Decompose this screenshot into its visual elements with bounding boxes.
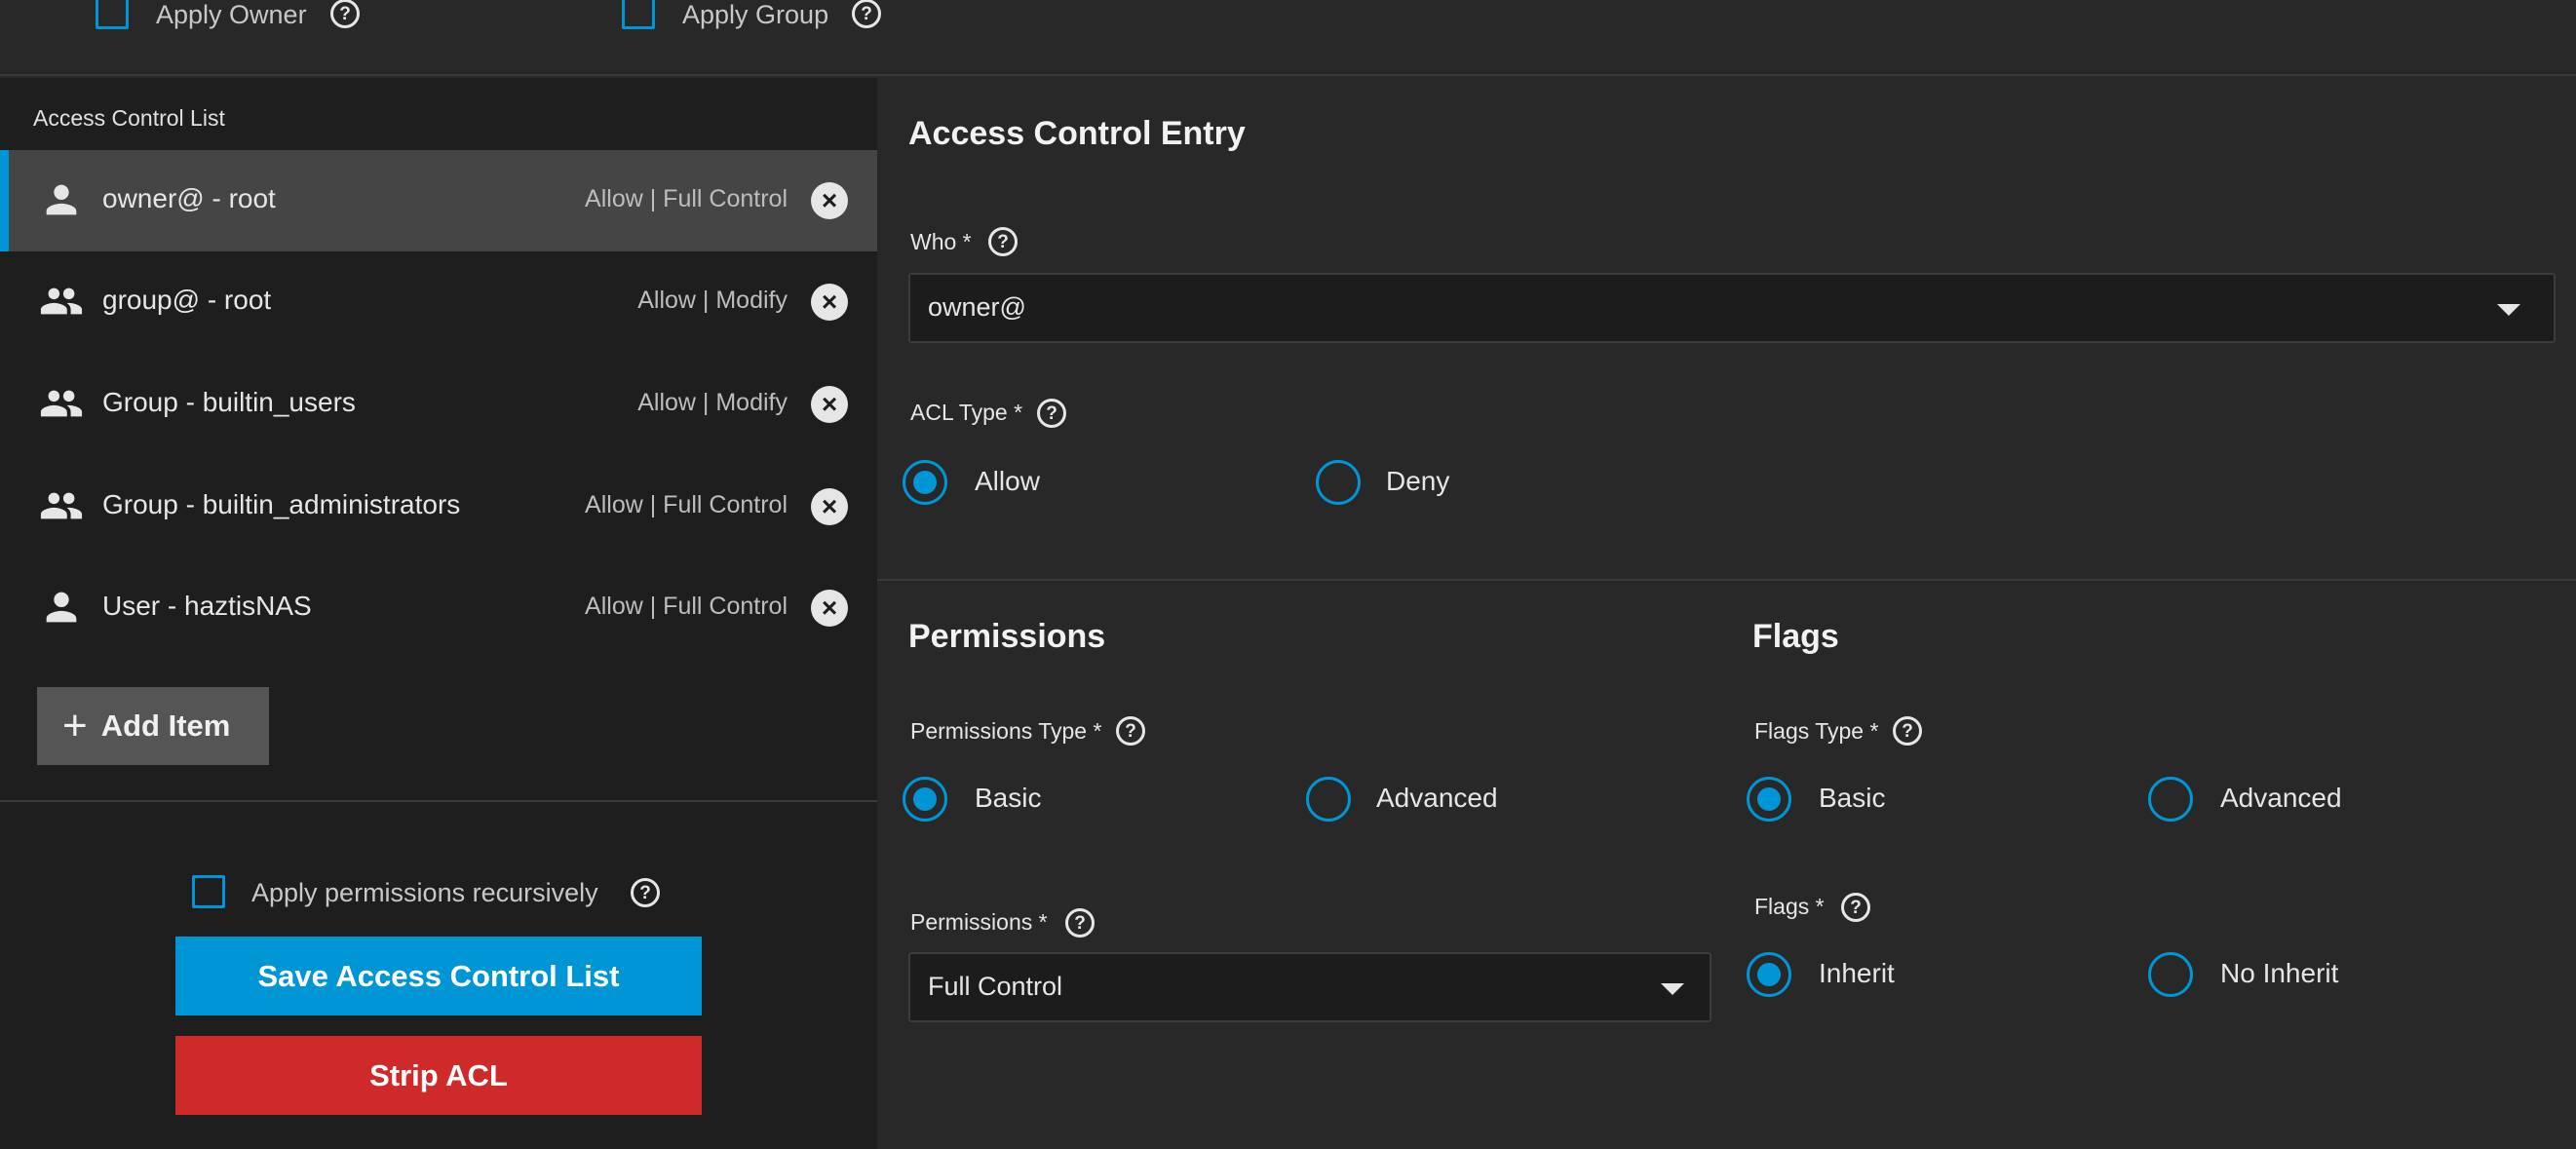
inherit-label: Inherit <box>1819 958 1895 988</box>
divider <box>877 579 2576 581</box>
acl-item-permission: Allow | Modify <box>637 287 788 314</box>
apply-group-help-icon[interactable]: ? <box>852 0 881 28</box>
apply-owner-label: Apply Owner <box>156 0 307 29</box>
remove-icon[interactable]: × <box>811 386 848 423</box>
acl-entry-panel: Access Control Entry Who * ? owner@ ACL … <box>877 78 2576 1149</box>
acl-item[interactable]: Group - builtin_users Allow | Modify × <box>0 354 877 455</box>
acl-list-panel: Access Control List owner@ - root Allow … <box>0 78 877 1149</box>
apply-group-label: Apply Group <box>682 0 829 29</box>
apply-recursive-help-icon[interactable]: ? <box>631 878 660 907</box>
acl-item[interactable]: group@ - root Allow | Modify × <box>0 251 877 353</box>
remove-icon[interactable]: × <box>811 488 848 525</box>
permissions-select[interactable]: Full Control <box>908 952 1711 1022</box>
who-select[interactable]: owner@ <box>908 273 2556 343</box>
acl-item[interactable]: owner@ - root Allow | Full Control × <box>0 150 877 251</box>
acl-item-name: group@ - root <box>102 285 272 315</box>
person-icon <box>46 184 77 215</box>
flags-type-help-icon[interactable]: ? <box>1893 716 1922 746</box>
permissions-type-label: Permissions Type * <box>910 718 1102 744</box>
permissions-advanced-radio[interactable] <box>1306 777 1351 822</box>
apply-owner-help-icon[interactable]: ? <box>330 0 360 28</box>
flags-basic-radio[interactable] <box>1747 777 1791 822</box>
acl-type-help-icon[interactable]: ? <box>1037 399 1066 428</box>
no-inherit-radio[interactable] <box>2148 952 2193 997</box>
permissions-select-value: Full Control <box>928 972 1063 1001</box>
remove-icon[interactable]: × <box>811 182 848 219</box>
deny-label: Deny <box>1386 466 1450 496</box>
acl-item-name: owner@ - root <box>102 183 276 213</box>
add-item-button[interactable]: + Add Item <box>37 687 269 765</box>
save-acl-button[interactable]: Save Access Control List <box>175 937 702 1015</box>
remove-icon[interactable]: × <box>811 590 848 627</box>
chevron-down-icon <box>2497 304 2520 316</box>
divider <box>0 800 877 802</box>
apply-owner-checkbox[interactable] <box>96 0 129 29</box>
no-inherit-label: No Inherit <box>2220 958 2339 988</box>
permissions-type-help-icon[interactable]: ? <box>1116 716 1145 746</box>
flags-help-icon[interactable]: ? <box>1841 893 1870 922</box>
permissions-basic-radio[interactable] <box>903 777 947 822</box>
inherit-radio[interactable] <box>1747 952 1791 997</box>
acl-item-name: Group - builtin_users <box>102 387 356 417</box>
remove-icon[interactable]: × <box>811 284 848 321</box>
acl-item[interactable]: Group - builtin_administrators Allow | F… <box>0 456 877 557</box>
apply-recursive-label: Apply permissions recursively <box>251 878 598 907</box>
who-label: Who * <box>910 229 972 254</box>
apply-recursive-checkbox[interactable] <box>192 875 225 908</box>
flags-title: Flags <box>1752 618 1839 655</box>
strip-acl-button[interactable]: Strip ACL <box>175 1036 702 1115</box>
group-icon <box>40 287 83 315</box>
acl-item-permission: Allow | Modify <box>637 389 788 416</box>
group-icon <box>40 492 83 519</box>
top-options-bar: Apply Owner ? Apply Group ? <box>0 0 2576 76</box>
flags-label: Flags * <box>1754 894 1825 919</box>
permissions-label: Permissions * <box>910 909 1048 935</box>
acl-item-permission: Allow | Full Control <box>585 491 788 518</box>
acl-item-permission: Allow | Full Control <box>585 185 788 212</box>
add-item-label: Add Item <box>100 709 231 743</box>
plus-icon: + <box>62 702 88 749</box>
acl-list-title: Access Control List <box>33 105 225 131</box>
flags-type-label: Flags Type * <box>1754 718 1879 744</box>
flags-advanced-label: Advanced <box>2220 783 2342 813</box>
permissions-help-icon[interactable]: ? <box>1065 908 1095 938</box>
apply-group-checkbox[interactable] <box>622 0 655 29</box>
allow-radio[interactable] <box>903 460 947 505</box>
chevron-down-icon <box>1661 983 1684 995</box>
allow-label: Allow <box>975 466 1040 496</box>
deny-radio[interactable] <box>1316 460 1361 505</box>
permissions-advanced-label: Advanced <box>1376 783 1498 813</box>
permissions-basic-label: Basic <box>975 783 1042 813</box>
flags-basic-label: Basic <box>1819 783 1886 813</box>
acl-item[interactable]: User - haztisNAS Allow | Full Control × <box>0 557 877 659</box>
permissions-title: Permissions <box>908 618 1106 655</box>
person-icon <box>46 592 77 623</box>
group-icon <box>40 390 83 417</box>
who-select-value: owner@ <box>928 292 1026 322</box>
acl-item-name: User - haztisNAS <box>102 591 312 621</box>
acl-item-permission: Allow | Full Control <box>585 593 788 620</box>
who-help-icon[interactable]: ? <box>988 227 1018 256</box>
entry-title: Access Control Entry <box>908 115 1246 152</box>
acl-item-name: Group - builtin_administrators <box>102 489 461 519</box>
flags-advanced-radio[interactable] <box>2148 777 2193 822</box>
acl-type-label: ACL Type * <box>910 400 1023 425</box>
